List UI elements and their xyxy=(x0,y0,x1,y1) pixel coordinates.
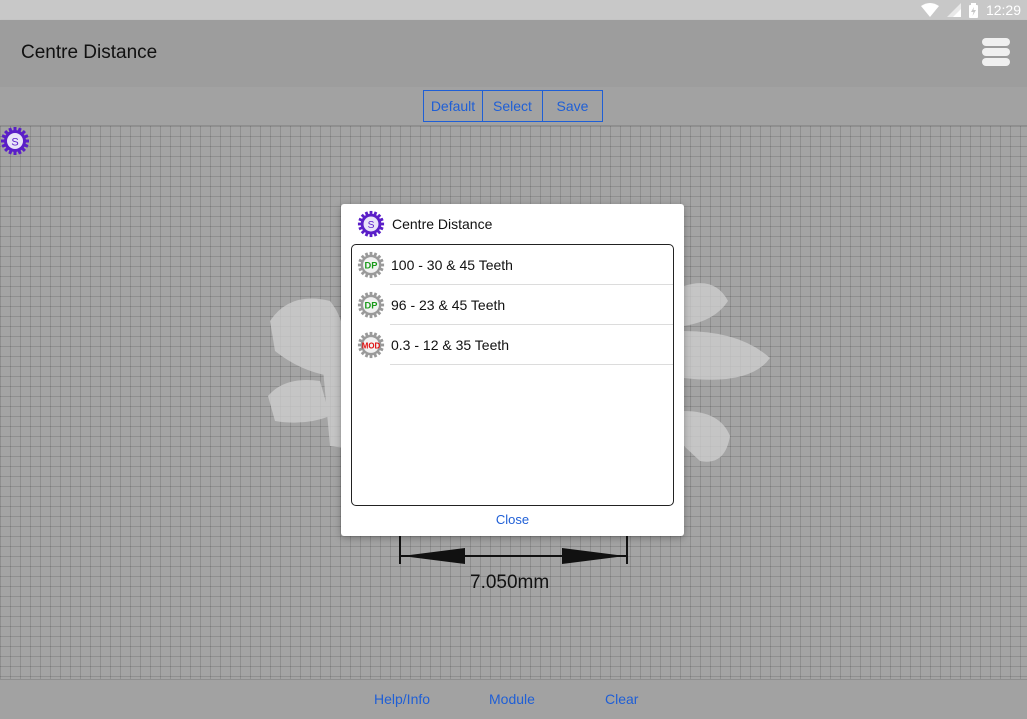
menu-icon xyxy=(982,38,1010,46)
status-bar: 12:29 xyxy=(0,0,1027,20)
signal-icon xyxy=(946,3,961,17)
dp-gear-icon: DP xyxy=(357,291,385,319)
close-button[interactable]: Close xyxy=(341,512,684,527)
status-time: 12:29 xyxy=(985,2,1021,18)
module-button[interactable]: Module xyxy=(489,691,535,707)
svg-text:DP: DP xyxy=(365,301,378,311)
list-item[interactable]: DP 100 - 30 & 45 Teeth xyxy=(352,245,673,285)
dialog-header: S Centre Distance xyxy=(357,210,492,238)
bottom-bar: Help/Info Module Clear xyxy=(0,679,1027,719)
mod-gear-icon: MOD xyxy=(357,331,385,359)
app-bar: Centre Distance xyxy=(0,20,1027,87)
clear-button[interactable]: Clear xyxy=(605,691,638,707)
list-item-label: 96 - 23 & 45 Teeth xyxy=(391,297,506,313)
list-item-label: 100 - 30 & 45 Teeth xyxy=(391,257,513,273)
status-icons: 12:29 xyxy=(920,0,1021,20)
svg-text:MOD: MOD xyxy=(362,341,381,350)
default-button[interactable]: Default xyxy=(424,91,483,121)
centre-distance-dialog: S Centre Distance DP 100 - 30 & 45 Teeth… xyxy=(341,204,684,536)
svg-text:S: S xyxy=(368,220,375,231)
page-title: Centre Distance xyxy=(21,42,158,63)
preset-list: DP 100 - 30 & 45 Teeth DP 96 - 23 & 45 T… xyxy=(351,244,674,506)
gear-s-icon: S xyxy=(357,210,385,238)
menu-button[interactable] xyxy=(982,38,1010,68)
wifi-icon xyxy=(920,3,939,17)
gear-s-icon[interactable]: S xyxy=(0,126,30,156)
battery-icon xyxy=(968,2,978,18)
list-item-label: 0.3 - 12 & 35 Teeth xyxy=(391,337,510,353)
list-item[interactable]: MOD 0.3 - 12 & 35 Teeth xyxy=(352,325,673,365)
toolbar: Default Select Save xyxy=(0,87,1027,126)
dp-gear-icon: DP xyxy=(357,251,385,279)
select-button[interactable]: Select xyxy=(483,91,543,121)
segmented-control: Default Select Save xyxy=(423,90,603,122)
list-item[interactable]: DP 96 - 23 & 45 Teeth xyxy=(352,285,673,325)
dimension-label: 7.050mm xyxy=(470,572,550,593)
svg-text:DP: DP xyxy=(365,261,378,271)
svg-text:S: S xyxy=(11,137,18,149)
right-gear-shape xyxy=(684,283,770,462)
save-button[interactable]: Save xyxy=(543,91,602,121)
help-info-button[interactable]: Help/Info xyxy=(374,691,430,707)
dialog-title: Centre Distance xyxy=(392,216,493,232)
